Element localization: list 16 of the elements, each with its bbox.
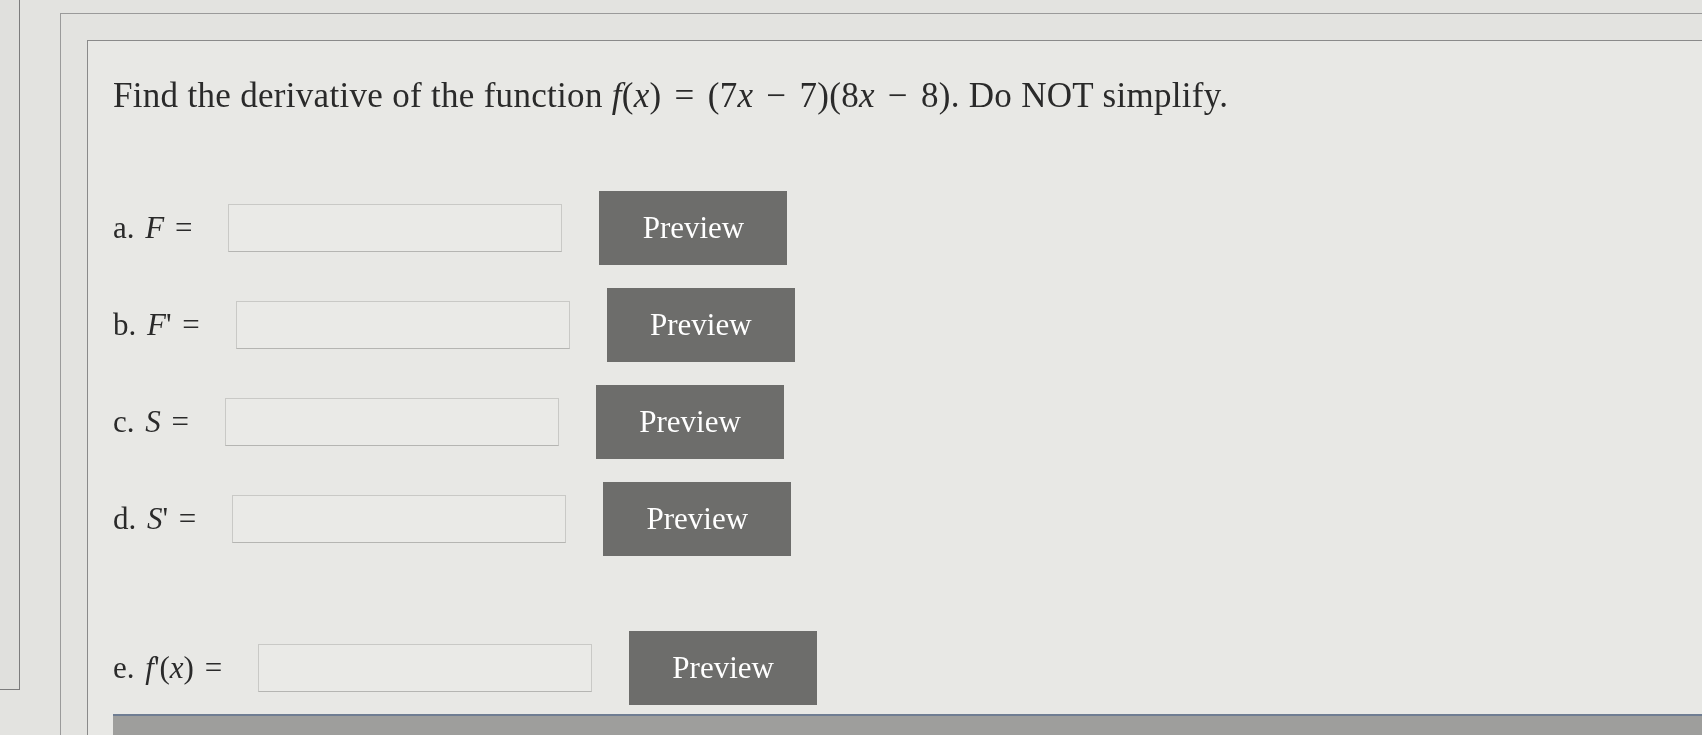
preview-button[interactable]: Preview — [629, 631, 818, 705]
answer-label: a. F = — [113, 210, 193, 246]
preview-button[interactable]: Preview — [599, 191, 788, 265]
answer-label: c. S = — [113, 404, 189, 440]
answer-label: b. F' = — [113, 307, 200, 343]
preview-button[interactable]: Preview — [603, 482, 792, 556]
answer-label: e. f'(x) = — [113, 650, 223, 686]
answer-field[interactable] — [235, 301, 570, 349]
preview-button[interactable]: Preview — [596, 385, 784, 459]
answer-field[interactable] — [258, 644, 593, 692]
answer-field[interactable] — [225, 398, 559, 446]
preview-button[interactable]: Preview — [606, 288, 795, 362]
question-text: Find the derivative of the function f(x) = (7x − 7)(8x − 8). Do NOT simplify. — [113, 76, 1229, 116]
answer-label: d. S' = — [113, 501, 197, 537]
answer-field[interactable] — [232, 495, 567, 543]
answer-field[interactable] — [228, 204, 563, 252]
